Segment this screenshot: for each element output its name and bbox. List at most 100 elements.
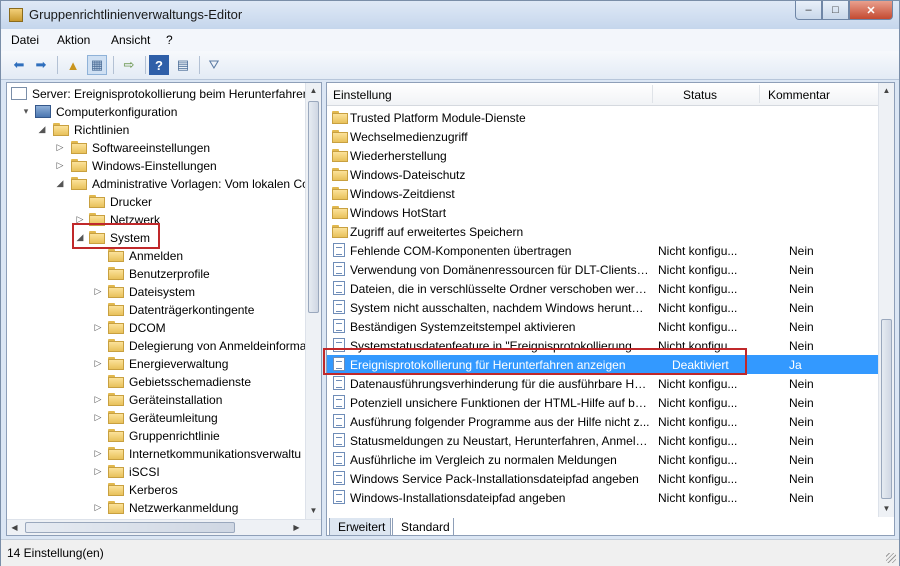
tree-item-label: Geräteumleitung: [129, 411, 218, 425]
tree-item[interactable]: ▷ Internetkommunikationsverwaltu: [7, 445, 305, 463]
tree-expander-icon[interactable]: ▷: [93, 448, 103, 458]
list-item-setting[interactable]: Datenausführungsverhinderung für die aus…: [327, 374, 880, 393]
tree-pane[interactable]: Server: Ereignisprotokollierung beim Her…: [6, 82, 322, 536]
forward-arrow-icon[interactable]: ➡: [31, 55, 51, 75]
menu-datei[interactable]: Datei: [11, 33, 39, 47]
policy-setting-icon: [333, 433, 345, 447]
tree-expander-icon[interactable]: ▷: [93, 502, 103, 512]
tree-item[interactable]: ▷ Dateisystem: [7, 283, 305, 301]
tree-item[interactable]: Gebietsschemadienste: [7, 373, 305, 391]
scroll-down-arrow-icon[interactable]: ▼: [306, 503, 321, 519]
tree-item[interactable]: Server: Ereignisprotokollierung beim Her…: [7, 85, 309, 103]
scroll-up-arrow-icon[interactable]: ▲: [306, 83, 321, 99]
menu-aktion[interactable]: Aktion: [57, 33, 90, 47]
maximize-button[interactable]: □: [822, 1, 849, 20]
tree-scroll-thumb[interactable]: [308, 101, 319, 313]
setting-status: Nicht konfigu...: [658, 453, 738, 467]
properties-icon[interactable]: ▤: [173, 55, 193, 75]
tree-expander-icon[interactable]: ▷: [93, 394, 103, 404]
tree-item-label: Windows-Einstellungen: [92, 159, 217, 173]
selected-setting-highlight-box: [323, 348, 747, 375]
tree-item[interactable]: ▷ Windows-Einstellungen: [7, 157, 305, 175]
show-hide-tree-icon[interactable]: ▦: [87, 55, 107, 75]
column-header-setting[interactable]: Einstellung: [333, 88, 392, 102]
tree-item[interactable]: ▷ iSCSI: [7, 463, 305, 481]
help-icon[interactable]: ?: [149, 55, 169, 75]
list-item-folder[interactable]: Zugriff auf erweitertes Speichern: [327, 222, 880, 241]
list-item-setting[interactable]: Ausführliche im Vergleich zu normalen Me…: [327, 450, 880, 469]
tree-expander-icon[interactable]: ▷: [93, 358, 103, 368]
resize-grip-icon[interactable]: [886, 553, 896, 563]
tree-expander-icon[interactable]: ▷: [55, 142, 65, 152]
tree-horizontal-scrollbar[interactable]: ◀ ▶: [7, 519, 321, 535]
scroll-left-arrow-icon[interactable]: ◀: [7, 520, 22, 535]
list-item-setting[interactable]: Ausführung folgender Programme aus der H…: [327, 412, 880, 431]
tree-expander-icon[interactable]: ◢: [37, 124, 47, 134]
menu-help[interactable]: ?: [166, 33, 173, 47]
list-item-folder[interactable]: Windows-Dateischutz: [327, 165, 880, 184]
list-item-folder[interactable]: Wechselmedienzugriff: [327, 127, 880, 146]
tree-item[interactable]: ◢ Richtlinien: [7, 121, 305, 139]
tree-expander-icon[interactable]: ▷: [93, 322, 103, 332]
export-list-icon[interactable]: ⇨: [119, 55, 139, 75]
list-item-setting[interactable]: Beständigen Systemzeitstempel aktivieren…: [327, 317, 880, 336]
list-vertical-scrollbar[interactable]: ▲ ▼: [878, 83, 894, 517]
tree-item[interactable]: ▷ Geräteumleitung: [7, 409, 305, 427]
column-header-status[interactable]: Status: [683, 88, 717, 102]
list-item-setting[interactable]: System nicht ausschalten, nachdem Window…: [327, 298, 880, 317]
list-item-folder[interactable]: Windows HotStart: [327, 203, 880, 222]
tree-item[interactable]: ▾ Computerkonfiguration: [7, 103, 305, 121]
list-item-folder[interactable]: Wiederherstellung: [327, 146, 880, 165]
list-item-folder[interactable]: Trusted Platform Module-Dienste: [327, 108, 880, 127]
filter-icon[interactable]: ⛛: [204, 55, 224, 75]
tree-item[interactable]: ▷ Energieverwaltung: [7, 355, 305, 373]
tree-item[interactable]: ▷ Geräteinstallation: [7, 391, 305, 409]
folder-up-icon[interactable]: ▲: [63, 55, 83, 75]
tree-item[interactable]: ▷ DCOM: [7, 319, 305, 337]
tab-standard[interactable]: Standard: [392, 518, 454, 536]
minimize-button[interactable]: –: [795, 1, 822, 20]
tree-expander-icon[interactable]: ▷: [93, 412, 103, 422]
list-item-setting[interactable]: Potenziell unsichere Funktionen der HTML…: [327, 393, 880, 412]
setting-name: Windows-Zeitdienst: [350, 187, 455, 201]
tab-erweitert[interactable]: Erweitert: [329, 518, 391, 536]
list-item-setting[interactable]: Windows Service Pack-Installationsdateip…: [327, 469, 880, 488]
settings-list-pane[interactable]: Einstellung Status Kommentar Trusted Pla…: [326, 82, 895, 536]
back-arrow-icon[interactable]: ⬅: [9, 55, 29, 75]
scroll-right-arrow-icon[interactable]: ▶: [289, 520, 304, 535]
tree-item[interactable]: Benutzerprofile: [7, 265, 305, 283]
list-item-setting[interactable]: Dateien, die in verschlüsselte Ordner ve…: [327, 279, 880, 298]
tree-expander-icon[interactable]: ▷: [55, 160, 65, 170]
gpo-editor-app-icon: [9, 8, 23, 22]
title-bar[interactable]: Gruppenrichtlinienverwaltungs-Editor – □…: [1, 1, 899, 29]
list-item-setting[interactable]: Statusmeldungen zu Neustart, Herunterfah…: [327, 431, 880, 450]
tree-item[interactable]: Datenträgerkontingente: [7, 301, 305, 319]
tree-expander-icon[interactable]: ▷: [93, 286, 103, 296]
list-item-setting[interactable]: Fehlende COM-Komponenten übertragen Nicht…: [327, 241, 880, 260]
close-button[interactable]: ✕: [849, 1, 893, 20]
list-scroll-thumb[interactable]: [881, 319, 892, 499]
list-item-folder[interactable]: Windows-Zeitdienst: [327, 184, 880, 203]
setting-comment: Nein: [789, 282, 814, 296]
tree-item[interactable]: Delegierung von Anmeldeinforma: [7, 337, 306, 355]
menu-ansicht[interactable]: Ansicht: [111, 33, 150, 47]
policy-setting-icon: [333, 452, 345, 466]
list-item-setting[interactable]: Windows-Installationsdateipfad angeben Ni…: [327, 488, 880, 507]
list-scroll-up-arrow-icon[interactable]: ▲: [879, 83, 894, 99]
tree-expander-icon[interactable]: ◢: [55, 178, 65, 188]
tree-item[interactable]: Anmelden: [7, 247, 305, 265]
tree-expander-icon[interactable]: ▷: [93, 466, 103, 476]
tree-hscroll-thumb[interactable]: [25, 522, 235, 533]
column-header-comment[interactable]: Kommentar: [768, 88, 830, 102]
tree-item[interactable]: Drucker: [7, 193, 305, 211]
tree-vertical-scrollbar[interactable]: ▲ ▼: [305, 83, 321, 519]
tree-item[interactable]: ▷ Softwareeinstellungen: [7, 139, 305, 157]
tree-item[interactable]: ▷ Netzwerkanmeldung: [7, 499, 305, 517]
tree-expander-icon[interactable]: ▾: [21, 106, 31, 116]
setting-status: Nicht konfigu...: [658, 472, 738, 486]
list-item-setting[interactable]: Verwendung von Domänenressourcen für DLT…: [327, 260, 880, 279]
tree-item[interactable]: Gruppenrichtlinie: [7, 427, 305, 445]
tree-item[interactable]: ◢ Administrative Vorlagen: Vom lokalen Co: [7, 175, 309, 193]
list-scroll-down-arrow-icon[interactable]: ▼: [879, 501, 894, 517]
tree-item[interactable]: Kerberos: [7, 481, 305, 499]
